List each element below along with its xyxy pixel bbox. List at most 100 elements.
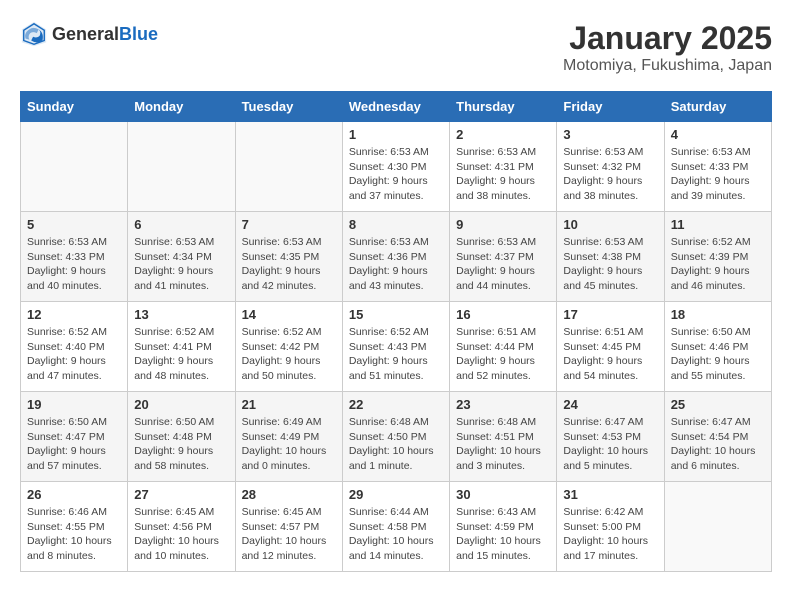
calendar-cell: 29 Sunrise: 6:44 AM Sunset: 4:58 PM Dayli… xyxy=(342,482,449,572)
day-number: 19 xyxy=(27,397,121,412)
day-number: 18 xyxy=(671,307,765,322)
day-info: Sunrise: 6:53 AM Sunset: 4:34 PM Dayligh… xyxy=(134,235,228,294)
day-info: Sunrise: 6:53 AM Sunset: 4:30 PM Dayligh… xyxy=(349,145,443,204)
day-info: Sunrise: 6:53 AM Sunset: 4:33 PM Dayligh… xyxy=(671,145,765,204)
day-number: 21 xyxy=(242,397,336,412)
day-number: 31 xyxy=(563,487,657,502)
day-info: Sunrise: 6:51 AM Sunset: 4:45 PM Dayligh… xyxy=(563,325,657,384)
calendar-cell: 3Sunrise: 6:53 AM Sunset: 4:32 PM Daylig… xyxy=(557,122,664,212)
day-number: 7 xyxy=(242,217,336,232)
day-number: 23 xyxy=(456,397,550,412)
day-info: Sunrise: 6:45 AM Sunset: 4:56 PM Dayligh… xyxy=(134,505,228,564)
calendar-cell: 12 Sunrise: 6:52 AM Sunset: 4:40 PM Dayli… xyxy=(21,302,128,392)
day-number: 14 xyxy=(242,307,336,322)
day-info: Sunrise: 6:44 AM Sunset: 4:58 PM Dayligh… xyxy=(349,505,443,564)
day-info: Sunrise: 6:53 AM Sunset: 4:36 PM Dayligh… xyxy=(349,235,443,294)
day-number: 30 xyxy=(456,487,550,502)
day-info: Sunrise: 6:47 AM Sunset: 4:53 PM Dayligh… xyxy=(563,415,657,474)
day-info: Sunrise: 6:53 AM Sunset: 4:33 PM Dayligh… xyxy=(27,235,121,294)
calendar-cell: 10 Sunrise: 6:53 AM Sunset: 4:38 PM Dayli… xyxy=(557,212,664,302)
calendar-cell: 31Sunrise: 6:42 AM Sunset: 5:00 PM Dayli… xyxy=(557,482,664,572)
day-number: 15 xyxy=(349,307,443,322)
calendar-cell: 4 Sunrise: 6:53 AM Sunset: 4:33 PM Daylig… xyxy=(664,122,771,212)
day-number: 28 xyxy=(242,487,336,502)
calendar-header-monday: Monday xyxy=(128,92,235,122)
day-info: Sunrise: 6:50 AM Sunset: 4:46 PM Dayligh… xyxy=(671,325,765,384)
calendar-cell: 23 Sunrise: 6:48 AM Sunset: 4:51 PM Dayli… xyxy=(450,392,557,482)
calendar-cell: 7Sunrise: 6:53 AM Sunset: 4:35 PM Daylig… xyxy=(235,212,342,302)
calendar-cell xyxy=(664,482,771,572)
day-number: 26 xyxy=(27,487,121,502)
calendar-table: SundayMondayTuesdayWednesdayThursdayFrid… xyxy=(20,91,772,572)
calendar-week-2: 5Sunrise: 6:53 AM Sunset: 4:33 PM Daylig… xyxy=(21,212,772,302)
day-number: 11 xyxy=(671,217,765,232)
logo-text: General Blue xyxy=(52,25,158,43)
calendar-cell xyxy=(128,122,235,212)
day-info: Sunrise: 6:50 AM Sunset: 4:48 PM Dayligh… xyxy=(134,415,228,474)
calendar-cell: 1 Sunrise: 6:53 AM Sunset: 4:30 PM Daylig… xyxy=(342,122,449,212)
logo-icon xyxy=(20,20,48,48)
calendar-header-wednesday: Wednesday xyxy=(342,92,449,122)
calendar-cell: 26 Sunrise: 6:46 AM Sunset: 4:55 PM Dayli… xyxy=(21,482,128,572)
day-number: 4 xyxy=(671,127,765,142)
calendar-cell: 19Sunrise: 6:50 AM Sunset: 4:47 PM Dayli… xyxy=(21,392,128,482)
day-number: 24 xyxy=(563,397,657,412)
calendar-cell: 11 Sunrise: 6:52 AM Sunset: 4:39 PM Dayli… xyxy=(664,212,771,302)
logo-general: General xyxy=(52,25,119,43)
calendar-cell: 6Sunrise: 6:53 AM Sunset: 4:34 PM Daylig… xyxy=(128,212,235,302)
day-number: 22 xyxy=(349,397,443,412)
day-number: 27 xyxy=(134,487,228,502)
calendar-cell: 21 Sunrise: 6:49 AM Sunset: 4:49 PM Dayli… xyxy=(235,392,342,482)
day-number: 1 xyxy=(349,127,443,142)
calendar-cell: 2 Sunrise: 6:53 AM Sunset: 4:31 PM Daylig… xyxy=(450,122,557,212)
calendar-cell: 24 Sunrise: 6:47 AM Sunset: 4:53 PM Dayli… xyxy=(557,392,664,482)
calendar-week-4: 19Sunrise: 6:50 AM Sunset: 4:47 PM Dayli… xyxy=(21,392,772,482)
calendar-cell: 5Sunrise: 6:53 AM Sunset: 4:33 PM Daylig… xyxy=(21,212,128,302)
calendar-cell: 18 Sunrise: 6:50 AM Sunset: 4:46 PM Dayli… xyxy=(664,302,771,392)
day-info: Sunrise: 6:46 AM Sunset: 4:55 PM Dayligh… xyxy=(27,505,121,564)
day-number: 8 xyxy=(349,217,443,232)
calendar-header-sunday: Sunday xyxy=(21,92,128,122)
day-info: Sunrise: 6:52 AM Sunset: 4:40 PM Dayligh… xyxy=(27,325,121,384)
calendar-header-thursday: Thursday xyxy=(450,92,557,122)
day-info: Sunrise: 6:53 AM Sunset: 4:38 PM Dayligh… xyxy=(563,235,657,294)
calendar-cell: 15 Sunrise: 6:52 AM Sunset: 4:43 PM Dayli… xyxy=(342,302,449,392)
logo-blue: Blue xyxy=(119,25,158,43)
calendar-cell: 16Sunrise: 6:51 AM Sunset: 4:44 PM Dayli… xyxy=(450,302,557,392)
day-number: 2 xyxy=(456,127,550,142)
day-info: Sunrise: 6:52 AM Sunset: 4:42 PM Dayligh… xyxy=(242,325,336,384)
calendar-week-1: 1 Sunrise: 6:53 AM Sunset: 4:30 PM Daylig… xyxy=(21,122,772,212)
day-number: 10 xyxy=(563,217,657,232)
calendar-cell: 13 Sunrise: 6:52 AM Sunset: 4:41 PM Dayli… xyxy=(128,302,235,392)
day-info: Sunrise: 6:52 AM Sunset: 4:39 PM Dayligh… xyxy=(671,235,765,294)
day-number: 9 xyxy=(456,217,550,232)
day-info: Sunrise: 6:48 AM Sunset: 4:50 PM Dayligh… xyxy=(349,415,443,474)
day-number: 12 xyxy=(27,307,121,322)
day-number: 13 xyxy=(134,307,228,322)
calendar-header-tuesday: Tuesday xyxy=(235,92,342,122)
day-info: Sunrise: 6:53 AM Sunset: 4:31 PM Dayligh… xyxy=(456,145,550,204)
day-info: Sunrise: 6:53 AM Sunset: 4:32 PM Dayligh… xyxy=(563,145,657,204)
month-title: January 2025 xyxy=(563,20,772,57)
calendar-cell xyxy=(21,122,128,212)
calendar-cell: 30Sunrise: 6:43 AM Sunset: 4:59 PM Dayli… xyxy=(450,482,557,572)
calendar-cell: 22 Sunrise: 6:48 AM Sunset: 4:50 PM Dayli… xyxy=(342,392,449,482)
day-info: Sunrise: 6:47 AM Sunset: 4:54 PM Dayligh… xyxy=(671,415,765,474)
calendar-cell: 27 Sunrise: 6:45 AM Sunset: 4:56 PM Dayli… xyxy=(128,482,235,572)
day-number: 29 xyxy=(349,487,443,502)
logo: General Blue xyxy=(20,20,158,48)
calendar-cell: 20Sunrise: 6:50 AM Sunset: 4:48 PM Dayli… xyxy=(128,392,235,482)
calendar-cell: 14 Sunrise: 6:52 AM Sunset: 4:42 PM Dayli… xyxy=(235,302,342,392)
day-number: 16 xyxy=(456,307,550,322)
day-info: Sunrise: 6:52 AM Sunset: 4:41 PM Dayligh… xyxy=(134,325,228,384)
day-info: Sunrise: 6:52 AM Sunset: 4:43 PM Dayligh… xyxy=(349,325,443,384)
calendar-header-saturday: Saturday xyxy=(664,92,771,122)
calendar-week-5: 26 Sunrise: 6:46 AM Sunset: 4:55 PM Dayli… xyxy=(21,482,772,572)
day-info: Sunrise: 6:48 AM Sunset: 4:51 PM Dayligh… xyxy=(456,415,550,474)
day-info: Sunrise: 6:45 AM Sunset: 4:57 PM Dayligh… xyxy=(242,505,336,564)
day-info: Sunrise: 6:49 AM Sunset: 4:49 PM Dayligh… xyxy=(242,415,336,474)
calendar-cell: 8 Sunrise: 6:53 AM Sunset: 4:36 PM Daylig… xyxy=(342,212,449,302)
calendar-header-friday: Friday xyxy=(557,92,664,122)
day-number: 25 xyxy=(671,397,765,412)
calendar-cell: 28 Sunrise: 6:45 AM Sunset: 4:57 PM Dayli… xyxy=(235,482,342,572)
